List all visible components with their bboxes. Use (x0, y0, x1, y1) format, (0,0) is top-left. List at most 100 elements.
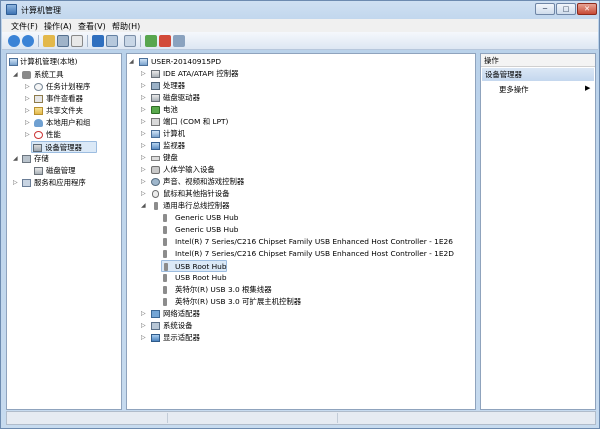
help-icon[interactable] (92, 35, 104, 47)
actions-header: 操作 (481, 54, 595, 67)
status-bar (6, 411, 596, 425)
expand-arrow-icon[interactable]: ▷ (13, 177, 21, 189)
expand-arrow-icon[interactable]: ▷ (141, 164, 149, 176)
menu-file[interactable]: 文件(F) (11, 21, 38, 32)
computer-management-window: 计算机管理 ─ □ ✕ 文件(F) 操作(A) 查看(V) 帮助(H) 计算机管… (0, 0, 600, 429)
usb-device-icon (163, 250, 167, 258)
collapse-arrow-icon[interactable]: ◢ (129, 56, 137, 68)
expand-arrow-icon[interactable]: ▷ (25, 129, 33, 141)
expand-arrow-icon[interactable]: ▷ (141, 308, 149, 320)
expand-arrow-icon[interactable]: ▷ (141, 116, 149, 128)
menu-help[interactable]: 帮助(H) (112, 21, 140, 32)
device-tree-root[interactable]: ◢ USER-20140915PD (129, 56, 469, 68)
up-folder-icon[interactable] (43, 35, 55, 47)
update-driver-icon[interactable] (145, 35, 157, 47)
device-category[interactable]: ▷ 磁盘驱动器 (129, 92, 469, 104)
network-adapter-icon (151, 310, 160, 318)
submenu-arrow-icon[interactable]: ▶ (585, 84, 590, 92)
usb-device-icon (163, 214, 167, 222)
expand-arrow-icon[interactable]: ▷ (25, 117, 33, 129)
device-category[interactable]: ▷ 人体学输入设备 (129, 164, 469, 176)
uninstall-icon[interactable] (159, 35, 171, 47)
console-icon[interactable] (106, 35, 118, 47)
device-category[interactable]: ▷ 端口 (COM 和 LPT) (129, 116, 469, 128)
device-category[interactable]: ▷ 显示适配器 (129, 332, 469, 344)
device-tree: ◢ USER-20140915PD ▷ IDE ATA/ATAPI 控制器 ▷ … (126, 53, 476, 410)
maximize-button[interactable]: □ (556, 3, 576, 15)
menu-action[interactable]: 操作(A) (44, 21, 72, 32)
tree-item-services-apps[interactable]: ▷ 服务和应用程序 (9, 177, 121, 189)
device-category[interactable]: ▷ 键盘 (129, 152, 469, 164)
device-category[interactable]: ▷ 系统设备 (129, 320, 469, 332)
device-category[interactable]: ▷ 处理器 (129, 80, 469, 92)
expand-arrow-icon[interactable]: ▷ (141, 332, 149, 344)
tree-item-disk-management[interactable]: 磁盘管理 (9, 165, 121, 177)
list-item-usb-device[interactable]: Generic USB Hub (161, 212, 461, 224)
tree-item-system-tools[interactable]: ◢ 系统工具 (9, 69, 121, 81)
list-item-usb-device[interactable]: Intel(R) 7 Series/C216 Chipset Family US… (161, 248, 471, 260)
device-category[interactable]: ▷ IDE ATA/ATAPI 控制器 (129, 68, 469, 80)
expand-arrow-icon[interactable]: ▷ (141, 68, 149, 80)
properties-icon[interactable] (71, 35, 83, 47)
expand-arrow-icon[interactable]: ▷ (141, 140, 149, 152)
list-item-usb-device[interactable]: USB Root Hub (161, 272, 461, 284)
usb-device-icon (163, 274, 167, 282)
device-category[interactable]: ▷ 鼠标和其他指针设备 (129, 188, 469, 200)
more-actions-link[interactable]: 更多操作 (499, 84, 529, 95)
tree-root[interactable]: 计算机管理(本地) (9, 56, 121, 68)
forward-icon[interactable] (22, 35, 34, 47)
event-viewer-icon (34, 95, 43, 103)
device-category[interactable]: ▷ 计算机 (129, 128, 469, 140)
collapse-arrow-icon[interactable]: ◢ (13, 69, 21, 81)
actions-section-device-manager[interactable]: 设备管理器 (482, 68, 594, 81)
tree-item-performance[interactable]: ▷ 性能 (9, 129, 121, 141)
expand-arrow-icon[interactable]: ▷ (141, 128, 149, 140)
list-item-usb-device[interactable]: 英特尔(R) USB 3.0 可扩展主机控制器 (161, 296, 461, 308)
usb-device-icon (163, 298, 167, 306)
scan-hardware-icon[interactable] (124, 35, 136, 47)
expand-arrow-icon[interactable]: ▷ (141, 80, 149, 92)
expand-arrow-icon[interactable]: ▷ (25, 93, 33, 105)
show-hide-tree-icon[interactable] (57, 35, 69, 47)
tree-item-task-scheduler[interactable]: ▷ 任务计划程序 (9, 81, 121, 93)
expand-arrow-icon[interactable]: ▷ (141, 188, 149, 200)
port-icon (151, 118, 160, 126)
expand-arrow-icon[interactable]: ▷ (141, 176, 149, 188)
title-bar: 计算机管理 ─ □ ✕ (1, 1, 599, 19)
expand-arrow-icon[interactable]: ▷ (141, 92, 149, 104)
expand-arrow-icon[interactable]: ▷ (25, 81, 33, 93)
menu-view[interactable]: 查看(V) (78, 21, 106, 32)
tree-item-device-manager[interactable]: 设备管理器 (31, 141, 97, 153)
collapse-arrow-icon[interactable]: ◢ (13, 153, 21, 165)
disable-icon[interactable] (173, 35, 185, 47)
minimize-button[interactable]: ─ (535, 3, 555, 15)
close-button[interactable]: ✕ (577, 3, 597, 15)
expand-arrow-icon[interactable]: ▷ (141, 104, 149, 116)
expand-arrow-icon[interactable]: ▷ (141, 152, 149, 164)
device-category[interactable]: ▷ 网络适配器 (129, 308, 469, 320)
shared-folder-icon (34, 107, 43, 115)
collapse-arrow-icon[interactable]: ◢ (141, 200, 149, 212)
list-item-usb-device-selected[interactable]: USB Root Hub (161, 260, 227, 272)
list-item-usb-device[interactable]: 英特尔(R) USB 3.0 根集线器 (161, 284, 461, 296)
audio-icon (151, 178, 160, 186)
users-icon (34, 119, 43, 127)
menu-bar: 文件(F) 操作(A) 查看(V) 帮助(H) (2, 19, 598, 32)
computer-icon (139, 58, 148, 66)
device-category[interactable]: ▷ 电池 (129, 104, 469, 116)
usb-device-icon (164, 263, 168, 271)
device-category[interactable]: ▷ 声音、视频和游戏控制器 (129, 176, 469, 188)
tree-item-local-users[interactable]: ▷ 本地用户和组 (9, 117, 121, 129)
computer-icon (151, 130, 160, 138)
back-icon[interactable] (8, 35, 20, 47)
expand-arrow-icon[interactable]: ▷ (141, 320, 149, 332)
tree-item-storage[interactable]: ◢ 存储 (9, 153, 121, 165)
device-category-usb[interactable]: ◢ 通用串行总线控制器 (129, 200, 469, 212)
list-item-usb-device[interactable]: Intel(R) 7 Series/C216 Chipset Family US… (161, 236, 471, 248)
expand-arrow-icon[interactable]: ▷ (25, 105, 33, 117)
tree-item-event-viewer[interactable]: ▷ 事件查看器 (9, 93, 121, 105)
device-category[interactable]: ▷ 监视器 (129, 140, 469, 152)
battery-icon (151, 106, 160, 114)
tree-item-shared-folders[interactable]: ▷ 共享文件夹 (9, 105, 121, 117)
list-item-usb-device[interactable]: Generic USB Hub (161, 224, 461, 236)
